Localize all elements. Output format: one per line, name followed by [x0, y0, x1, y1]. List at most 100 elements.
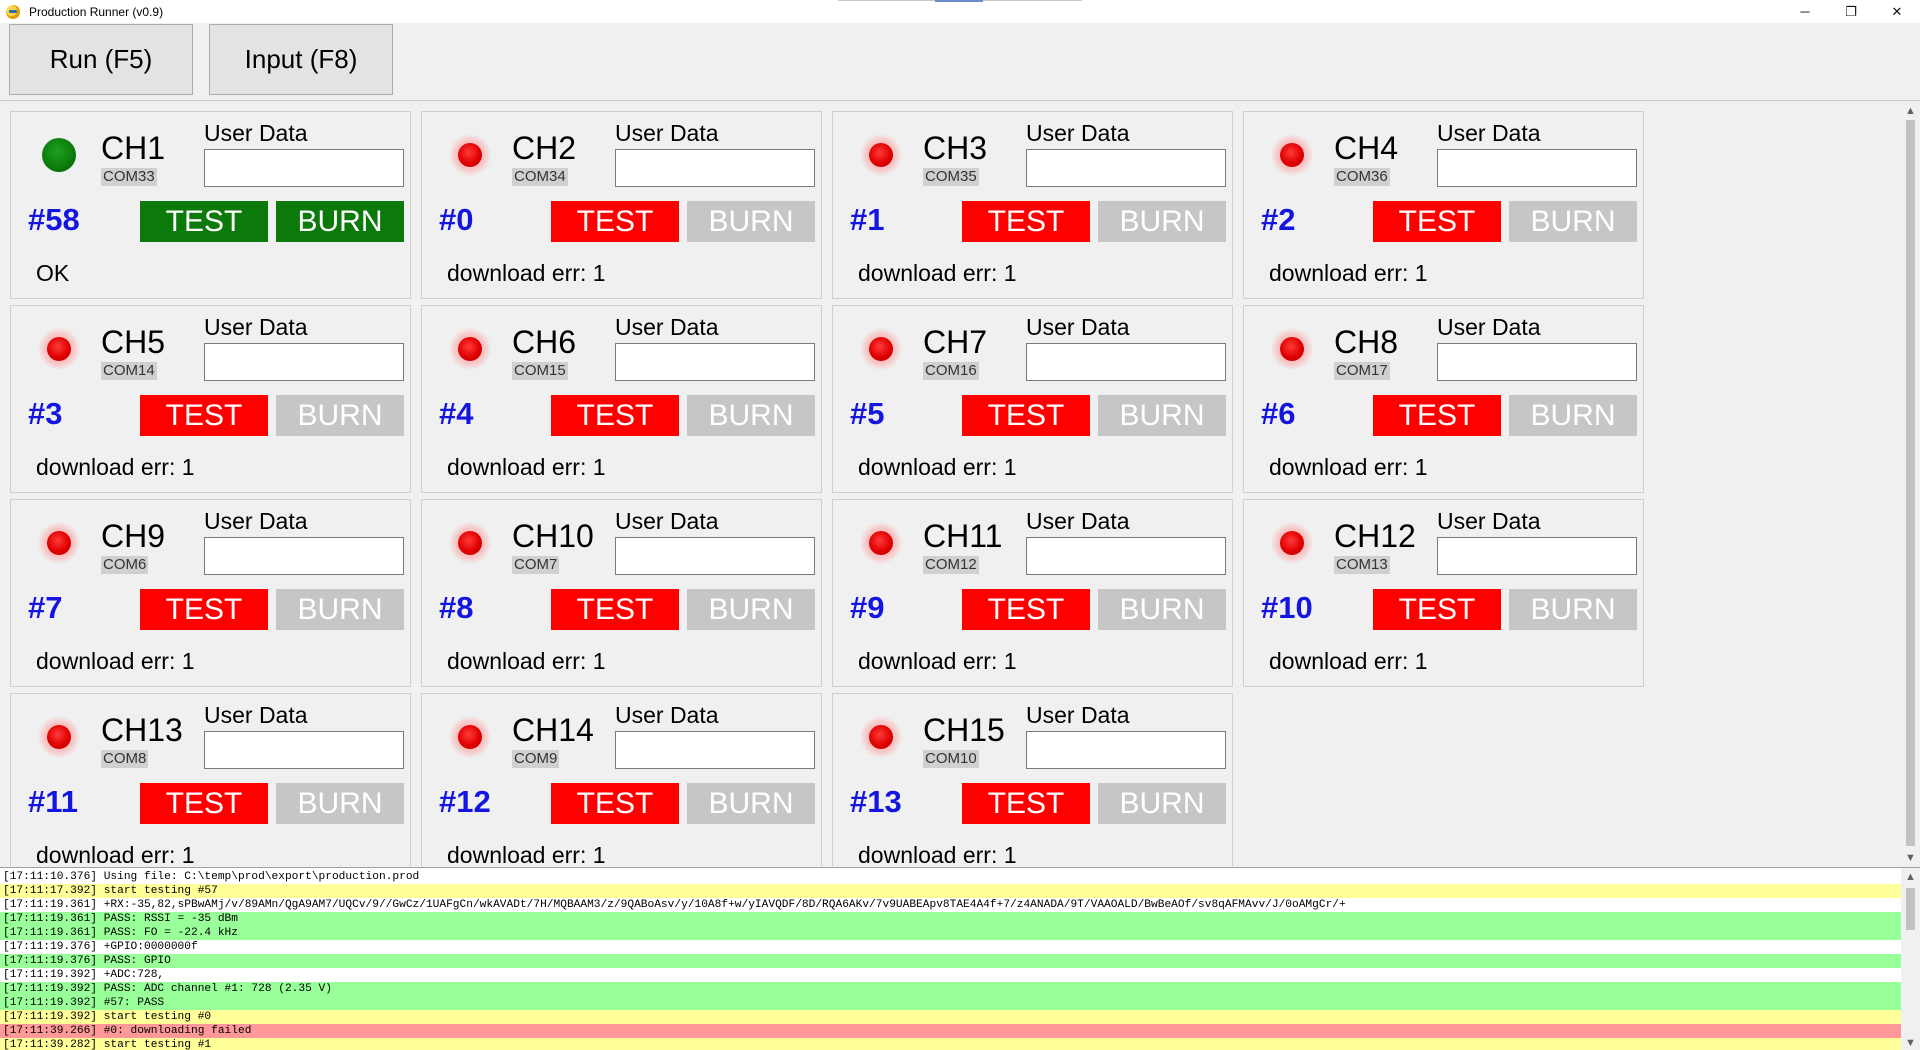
test-button[interactable]: TEST — [140, 201, 268, 242]
burn-button[interactable]: BURN — [687, 589, 815, 630]
user-data-input[interactable] — [204, 731, 404, 769]
burn-button[interactable]: BURN — [276, 783, 404, 824]
burn-button[interactable]: BURN — [1509, 589, 1637, 630]
channel-card: CH13 COM8 User Data #11 TEST BURN download err… — [10, 693, 411, 866]
burn-button[interactable]: BURN — [1509, 201, 1637, 242]
test-button[interactable]: TEST — [1373, 395, 1501, 436]
channel-name: CH5 — [101, 324, 166, 360]
user-data-label: User Data — [204, 314, 308, 340]
status-led-icon — [860, 716, 902, 758]
maximize-button[interactable]: ❐ — [1828, 0, 1874, 23]
user-data-input[interactable] — [1026, 731, 1226, 769]
com-port-label: COM15 — [512, 362, 568, 380]
device-counter: #7 — [28, 590, 63, 625]
test-button[interactable]: TEST — [1373, 201, 1501, 242]
test-button[interactable]: TEST — [962, 395, 1090, 436]
burn-button[interactable]: BURN — [687, 395, 815, 436]
scroll-down-icon[interactable]: ▼ — [1901, 849, 1920, 866]
test-button[interactable]: TEST — [551, 589, 679, 630]
burn-button[interactable]: BURN — [1098, 783, 1226, 824]
channel-card: CH5 COM14 User Data #3 TEST BURN download err:… — [10, 305, 411, 493]
log-lines: [17:11:10.376] Using file: C:\temp\prod\… — [0, 870, 1901, 1050]
com-port-label: COM12 — [923, 556, 979, 574]
channel-status: download err: 1 — [447, 454, 606, 480]
log-line: [17:11:10.376] Using file: C:\temp\prod\… — [0, 870, 1901, 884]
scroll-thumb[interactable] — [1906, 120, 1915, 846]
channel-card: CH1 COM33 User Data #58 TEST BURN OK — [10, 111, 411, 299]
status-led-icon — [38, 716, 80, 758]
channel-status: download err: 1 — [1269, 648, 1428, 674]
input-button[interactable]: Input (F8) — [209, 24, 393, 95]
burn-button[interactable]: BURN — [687, 201, 815, 242]
test-button[interactable]: TEST — [551, 783, 679, 824]
user-data-input[interactable] — [615, 537, 815, 575]
status-led-icon — [38, 328, 80, 370]
status-led-icon — [449, 716, 491, 758]
burn-button[interactable]: BURN — [1098, 395, 1226, 436]
burn-button[interactable]: BURN — [687, 783, 815, 824]
user-data-input[interactable] — [1026, 537, 1226, 575]
user-data-input[interactable] — [1026, 343, 1226, 381]
channel-grid-scrollbar[interactable]: ▲ ▼ — [1901, 102, 1920, 866]
log-scroll-up-icon[interactable]: ▲ — [1901, 868, 1920, 885]
channel-status: download err: 1 — [447, 260, 606, 286]
status-led-icon — [860, 134, 902, 176]
user-data-input[interactable] — [615, 731, 815, 769]
minimize-button[interactable]: ─ — [1782, 0, 1828, 23]
user-data-input[interactable] — [204, 537, 404, 575]
log-line: [17:11:19.376] +GPIO:0000000f — [0, 940, 1901, 954]
device-counter: #9 — [850, 590, 885, 625]
burn-button[interactable]: BURN — [276, 201, 404, 242]
burn-button[interactable]: BURN — [1098, 589, 1226, 630]
user-data-label: User Data — [615, 120, 719, 146]
log-scroll-thumb[interactable] — [1906, 888, 1915, 930]
com-port-label: COM36 — [1334, 168, 1390, 186]
status-led-icon — [1271, 522, 1313, 564]
user-data-input[interactable] — [204, 343, 404, 381]
user-data-input[interactable] — [615, 149, 815, 187]
channel-name: CH3 — [923, 130, 988, 166]
burn-button[interactable]: BURN — [276, 395, 404, 436]
channel-status: download err: 1 — [447, 648, 606, 674]
test-button[interactable]: TEST — [551, 201, 679, 242]
window-title: Production Runner (v0.9) — [29, 4, 164, 19]
run-button[interactable]: Run (F5) — [9, 24, 193, 95]
channel-status: download err: 1 — [858, 842, 1017, 866]
log-line: [17:11:39.282] start testing #1 — [0, 1038, 1901, 1050]
device-counter: #58 — [28, 202, 80, 237]
close-button[interactable]: ✕ — [1874, 0, 1920, 23]
channel-card: CH2 COM34 User Data #0 TEST BURN download err:… — [421, 111, 822, 299]
burn-button[interactable]: BURN — [1509, 395, 1637, 436]
user-data-input[interactable] — [1437, 149, 1637, 187]
channel-status: download err: 1 — [858, 454, 1017, 480]
test-button[interactable]: TEST — [962, 201, 1090, 242]
device-counter: #4 — [439, 396, 474, 431]
test-button[interactable]: TEST — [962, 783, 1090, 824]
app-icon — [6, 4, 20, 19]
burn-button[interactable]: BURN — [1098, 201, 1226, 242]
test-button[interactable]: TEST — [962, 589, 1090, 630]
device-counter: #0 — [439, 202, 474, 237]
channel-name: CH14 — [512, 712, 594, 748]
user-data-input[interactable] — [1437, 343, 1637, 381]
channel-name: CH8 — [1334, 324, 1399, 360]
user-data-input[interactable] — [1437, 537, 1637, 575]
test-button[interactable]: TEST — [1373, 589, 1501, 630]
scroll-up-icon[interactable]: ▲ — [1901, 102, 1920, 119]
test-button[interactable]: TEST — [551, 395, 679, 436]
user-data-input[interactable] — [615, 343, 815, 381]
status-led-icon — [860, 328, 902, 370]
user-data-input[interactable] — [204, 149, 404, 187]
test-button[interactable]: TEST — [140, 589, 268, 630]
device-counter: #12 — [439, 784, 491, 819]
channel-name: CH13 — [101, 712, 183, 748]
log-line: [17:11:19.392] #57: PASS — [0, 996, 1901, 1010]
log-scroll-down-icon[interactable]: ▼ — [1901, 1034, 1920, 1050]
test-button[interactable]: TEST — [140, 783, 268, 824]
burn-button[interactable]: BURN — [276, 589, 404, 630]
status-led-icon — [1271, 134, 1313, 176]
channel-name: CH2 — [512, 130, 577, 166]
log-scrollbar[interactable]: ▲ ▼ — [1901, 868, 1920, 1050]
user-data-input[interactable] — [1026, 149, 1226, 187]
test-button[interactable]: TEST — [140, 395, 268, 436]
